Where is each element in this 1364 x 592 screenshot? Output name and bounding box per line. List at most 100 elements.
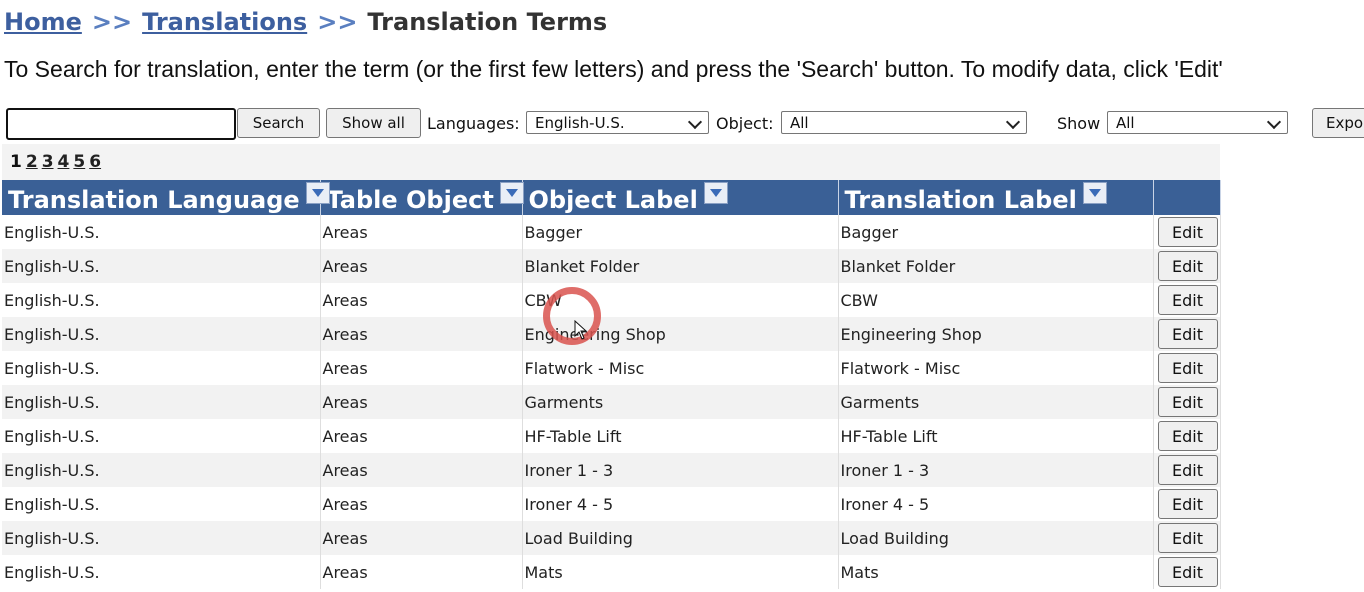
cell-translation-language: English-U.S.	[2, 419, 321, 453]
object-label: Object:	[716, 114, 774, 133]
export-button-label: Expo	[1326, 114, 1364, 132]
cell-translation-label: Blanket Folder	[838, 249, 1154, 283]
cell-translation-label: Load Building	[838, 521, 1154, 555]
chevron-down-icon	[687, 114, 703, 130]
cell-actions: Edit	[1153, 317, 1221, 351]
cell-translation-label: Ironer 1 - 3	[838, 453, 1154, 487]
chevron-down-icon	[1005, 114, 1021, 130]
cell-actions: Edit	[1153, 419, 1221, 453]
cell-actions: Edit	[1153, 453, 1221, 487]
cell-translation-language: English-U.S.	[2, 521, 321, 555]
cell-translation-label: HF-Table Lift	[838, 419, 1154, 453]
edit-button[interactable]: Edit	[1157, 557, 1218, 587]
page-link[interactable]: 3	[42, 152, 54, 172]
page-current: 1	[10, 152, 22, 172]
column-header-translation-label: Translation Label	[838, 180, 1154, 215]
edit-button[interactable]: Edit	[1157, 387, 1218, 417]
cell-object-label: Garments	[522, 385, 839, 419]
cell-translation-label: Bagger	[838, 215, 1154, 249]
object-select-value: All	[790, 113, 809, 132]
cell-table-object: Areas	[320, 385, 523, 419]
table-header-row: Translation Language Table Object Object…	[2, 180, 1221, 215]
filter-dropdown-icon[interactable]	[305, 181, 330, 204]
table-row: English-U.S. Areas Flatwork - Misc Flatwork…	[2, 351, 1221, 385]
edit-button[interactable]: Edit	[1157, 523, 1218, 553]
export-button[interactable]: Expo	[1312, 108, 1364, 138]
edit-button[interactable]: Edit	[1157, 319, 1218, 349]
cell-table-object: Areas	[320, 351, 523, 385]
show-all-button[interactable]: Show all	[326, 108, 421, 138]
cell-translation-language: English-U.S.	[2, 283, 321, 317]
cell-object-label: Mats	[522, 555, 839, 589]
translations-table: Translation Language Table Object Object…	[2, 180, 1221, 589]
filter-dropdown-icon[interactable]	[1082, 181, 1107, 204]
cell-translation-language: English-U.S.	[2, 487, 321, 521]
edit-button[interactable]: Edit	[1157, 217, 1218, 247]
show-label: Show	[1057, 114, 1101, 133]
filter-dropdown-icon[interactable]	[499, 181, 524, 204]
cell-translation-label: Flatwork - Misc	[838, 351, 1154, 385]
cell-translation-language: English-U.S.	[2, 215, 321, 249]
cell-actions: Edit	[1153, 215, 1221, 249]
cell-actions: Edit	[1153, 521, 1221, 555]
chevron-down-icon	[1266, 114, 1282, 130]
column-header-table-object: Table Object	[320, 180, 524, 215]
cell-translation-label: Engineering Shop	[838, 317, 1154, 351]
mouse-cursor-icon	[574, 320, 588, 340]
table-body: English-U.S. Areas Bagger Bagger Edit English…	[2, 215, 1221, 589]
cell-translation-language: English-U.S.	[2, 555, 321, 589]
table-row: English-U.S. Areas HF-Table Lift HF-Table L…	[2, 419, 1221, 453]
instructions-text: To Search for translation, enter the ter…	[4, 56, 1223, 82]
table-row: English-U.S. Areas Mats Mats Edit	[2, 555, 1221, 589]
search-button[interactable]: Search	[237, 108, 320, 138]
cell-table-object: Areas	[320, 521, 523, 555]
edit-button[interactable]: Edit	[1157, 353, 1218, 383]
breadcrumb-home-link[interactable]: Home	[4, 8, 82, 36]
page-link[interactable]: 2	[26, 152, 38, 172]
edit-button[interactable]: Edit	[1157, 455, 1218, 485]
cell-table-object: Areas	[320, 249, 523, 283]
languages-select[interactable]: English-U.S.	[526, 111, 709, 134]
edit-button[interactable]: Edit	[1157, 489, 1218, 519]
show-select[interactable]: All	[1107, 111, 1288, 134]
cell-actions: Edit	[1153, 351, 1221, 385]
cell-actions: Edit	[1153, 249, 1221, 283]
cell-object-label: CBW	[522, 283, 839, 317]
cell-actions: Edit	[1153, 487, 1221, 521]
column-header-actions	[1153, 180, 1221, 215]
cell-table-object: Areas	[320, 453, 523, 487]
cell-actions: Edit	[1153, 555, 1221, 589]
cell-table-object: Areas	[320, 555, 523, 589]
languages-select-value: English-U.S.	[535, 113, 625, 132]
cell-translation-label: CBW	[838, 283, 1154, 317]
object-select[interactable]: All	[781, 111, 1027, 134]
page-title: Translation Terms	[367, 8, 608, 36]
cell-actions: Edit	[1153, 283, 1221, 317]
cell-object-label: Blanket Folder	[522, 249, 839, 283]
page-link[interactable]: 4	[58, 152, 70, 172]
breadcrumb-translations-link[interactable]: Translations	[142, 8, 307, 36]
cell-translation-language: English-U.S.	[2, 249, 321, 283]
cell-table-object: Areas	[320, 215, 523, 249]
edit-button[interactable]: Edit	[1157, 251, 1218, 281]
cell-object-label: HF-Table Lift	[522, 419, 839, 453]
column-header-translation-language: Translation Language	[2, 180, 330, 215]
edit-button[interactable]: Edit	[1157, 285, 1218, 315]
search-input[interactable]	[6, 108, 236, 140]
filter-dropdown-icon[interactable]	[703, 181, 728, 204]
table-row: English-U.S. Areas Garments Garments Edit	[2, 385, 1221, 419]
cell-object-label: Load Building	[522, 521, 839, 555]
page-link[interactable]: 6	[89, 152, 101, 172]
table-row: English-U.S. Areas Engineering Shop Enginee…	[2, 317, 1221, 351]
cell-translation-language: English-U.S.	[2, 385, 321, 419]
cell-translation-language: English-U.S.	[2, 453, 321, 487]
cell-object-label: Ironer 4 - 5	[522, 487, 839, 521]
languages-label: Languages:	[427, 114, 520, 133]
table-row: English-U.S. Areas Load Building Load Build…	[2, 521, 1221, 555]
edit-button[interactable]: Edit	[1157, 421, 1218, 451]
table-row: English-U.S. Areas CBW CBW Edit	[2, 283, 1221, 317]
page-link[interactable]: 5	[73, 152, 85, 172]
breadcrumb: Home >> Translations >> Translation Term…	[4, 4, 607, 40]
cell-actions: Edit	[1153, 385, 1221, 419]
cell-table-object: Areas	[320, 317, 523, 351]
